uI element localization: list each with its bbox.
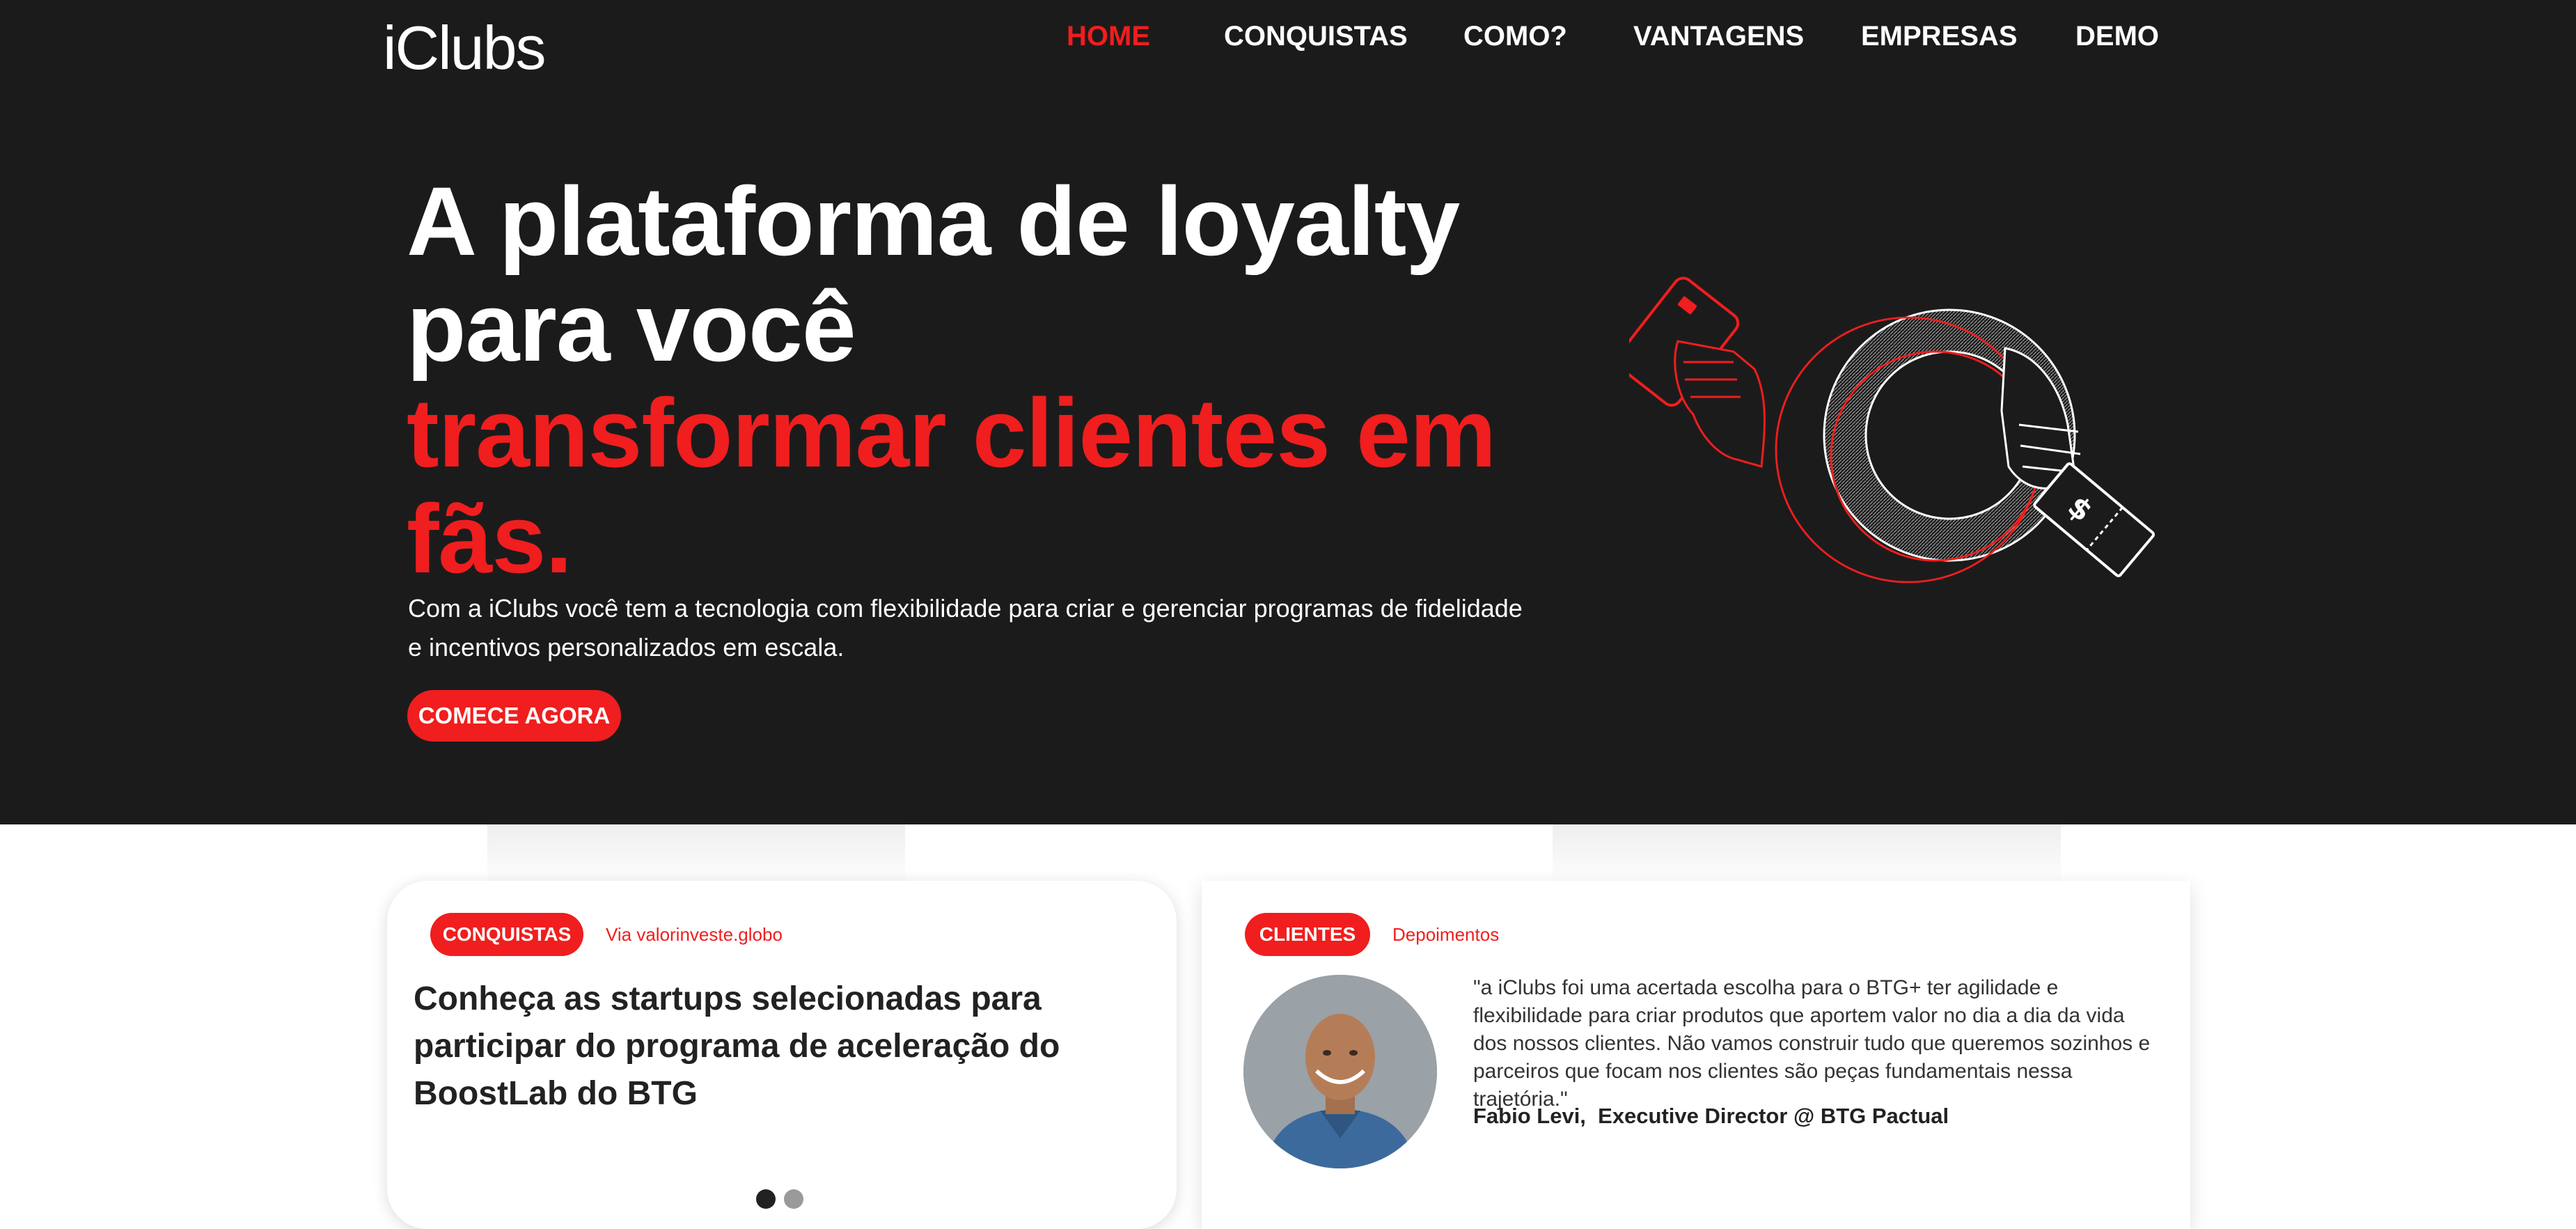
- testimonial-author: Fabio Levi, Executive Director @ BTG Pac…: [1473, 1104, 1949, 1128]
- nav-item-vantagens[interactable]: VANTAGENS: [1633, 21, 1804, 52]
- clientes-tag[interactable]: CLIENTES: [1245, 913, 1370, 956]
- testimonial-quote: "a iClubs foi uma acertada escolha para …: [1473, 976, 2151, 1111]
- headline-white-line-1: A plataforma de loyalty: [407, 166, 1460, 276]
- nav-item-demo[interactable]: DEMO: [2075, 21, 2159, 52]
- headline-red-line-1: transformar clientes em: [407, 378, 1496, 487]
- nav-item-empresas[interactable]: EMPRESAS: [1861, 21, 2018, 52]
- carousel-dot-active[interactable]: [756, 1189, 776, 1209]
- nav-item-home[interactable]: HOME: [1067, 21, 1150, 52]
- carousel-dot[interactable]: [784, 1189, 803, 1209]
- section-divider-shade: [487, 824, 905, 887]
- news-source[interactable]: Via valorinveste.globo: [606, 924, 783, 946]
- headline-red-line-2: fãs.: [407, 484, 572, 593]
- headline-white-line-2: para você: [407, 272, 856, 382]
- hero-section: iClubs HOME CONQUISTAS COMO? VANTAGENS E…: [0, 0, 2576, 824]
- hero-headline: A plataforma de loyalty para você transf…: [407, 166, 1496, 593]
- main-nav: HOME CONQUISTAS COMO? VANTAGENS EMPRESAS…: [0, 21, 2576, 63]
- hero-subtitle: Com a iClubs você tem a tecnologia com f…: [408, 594, 1523, 662]
- nav-item-como[interactable]: COMO?: [1463, 21, 1567, 52]
- testimonial-subtitle: Depoimentos: [1392, 924, 1500, 945]
- testimonial-card: CLIENTES Depoimentos "a iClubs foi uma a…: [1202, 881, 2190, 1229]
- avatar: [1243, 975, 1437, 1168]
- nav-item-conquistas[interactable]: CONQUISTAS: [1224, 21, 1408, 52]
- hand-card-ring-ticket-illustration: $: [1629, 276, 2155, 584]
- conquistas-tag[interactable]: CONQUISTAS: [430, 913, 583, 956]
- comece-agora-button[interactable]: COMECE AGORA: [407, 690, 621, 742]
- section-divider-shade: [1553, 824, 2061, 887]
- news-title[interactable]: Conheça as startups selecionadas para pa…: [414, 976, 1165, 1118]
- news-card[interactable]: CONQUISTAS Via valorinveste.globo Conheç…: [387, 881, 1177, 1229]
